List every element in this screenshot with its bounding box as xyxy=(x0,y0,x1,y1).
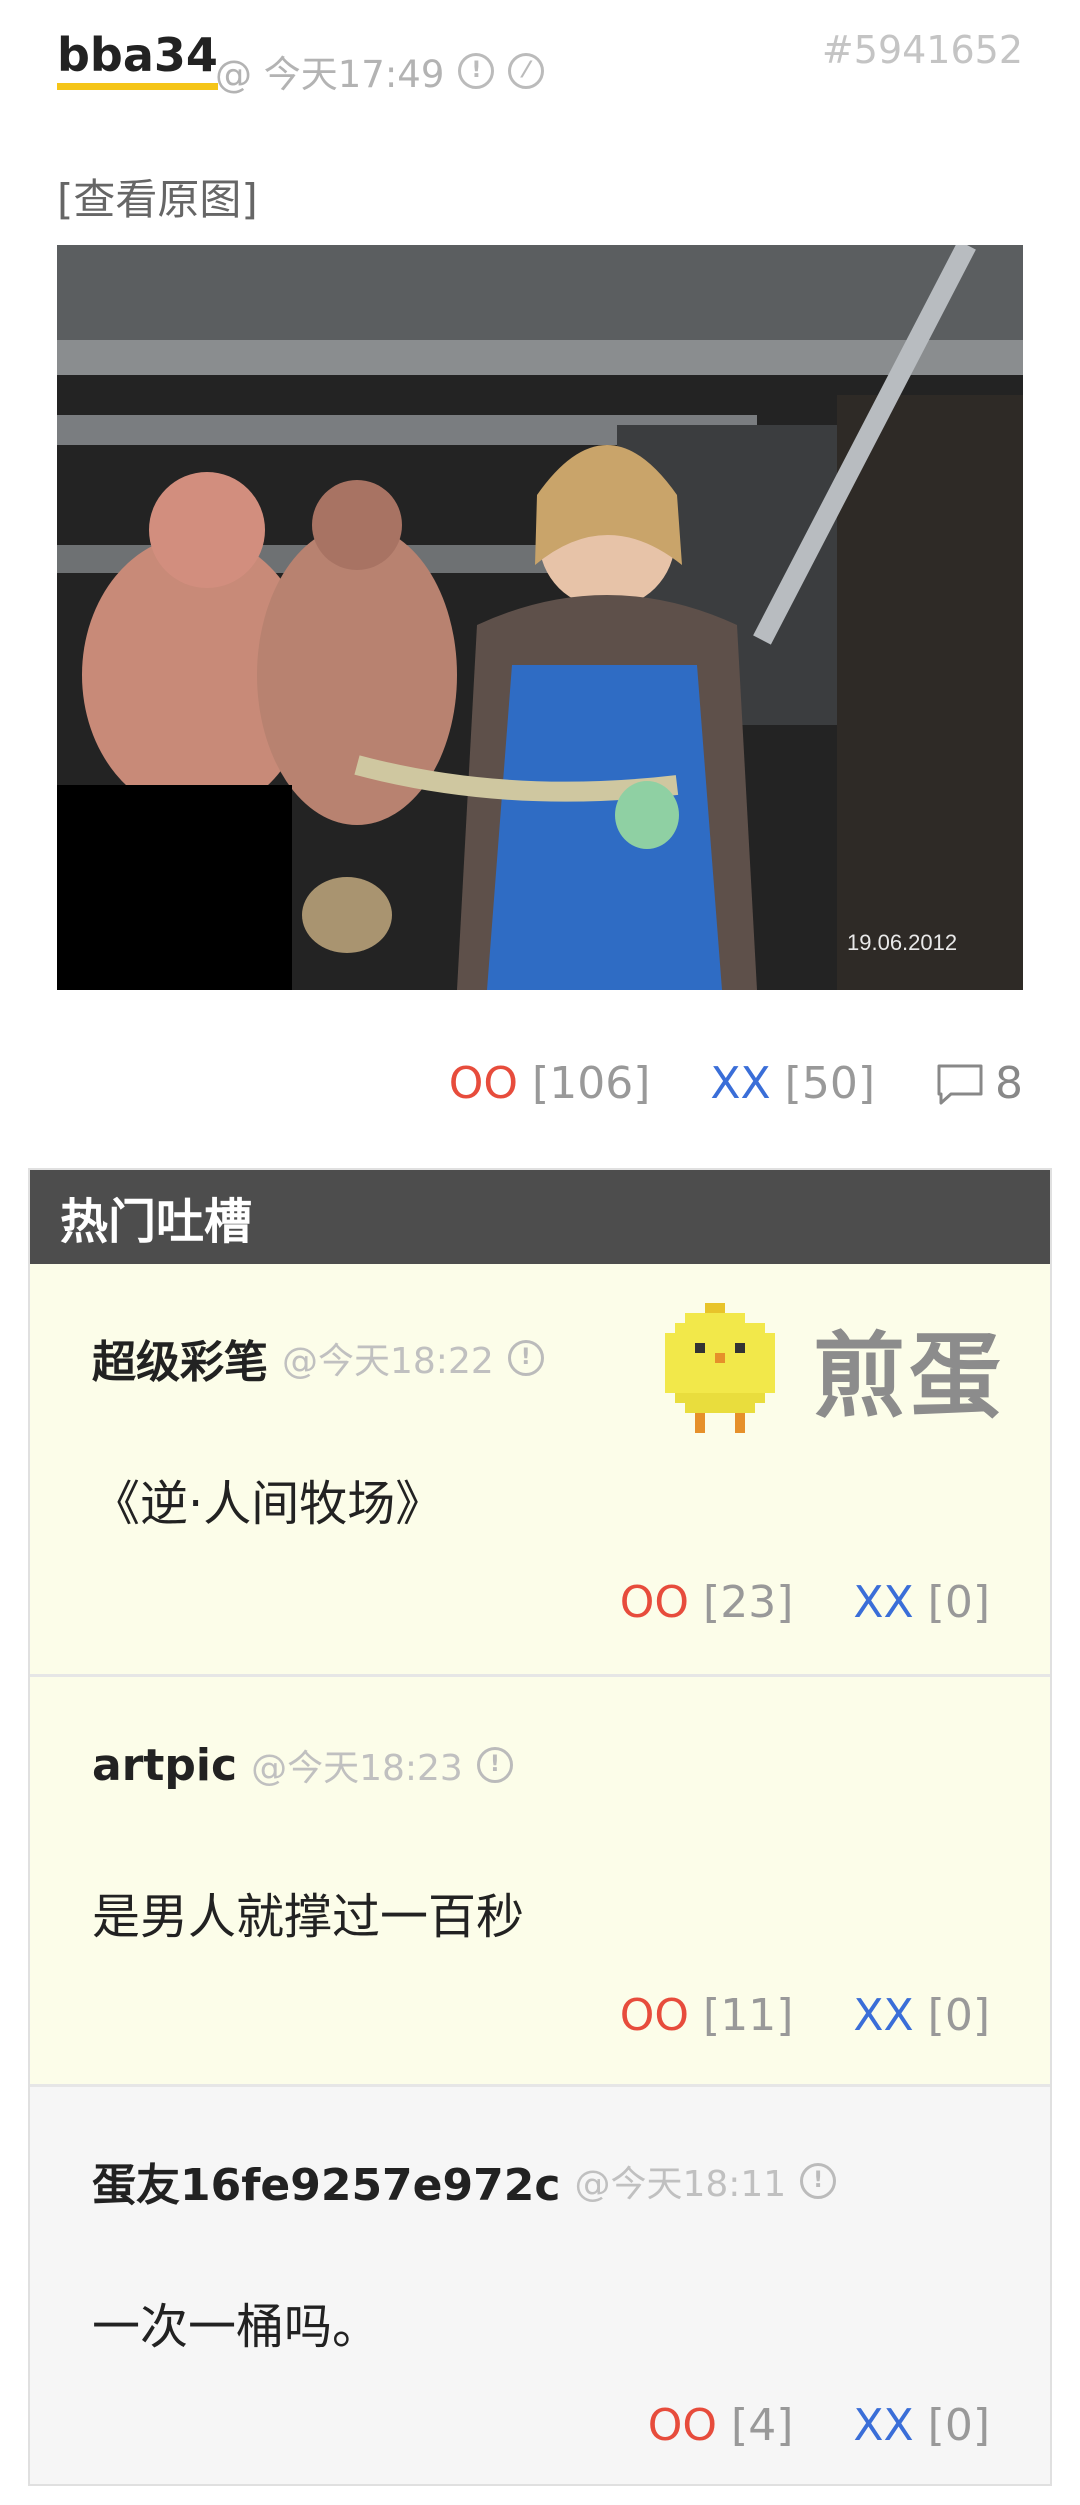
comments-button[interactable]: 8 xyxy=(935,1058,1023,1109)
oo-label[interactable]: OO xyxy=(620,1577,689,1628)
comment-author[interactable]: 超级彩笔 xyxy=(92,1326,268,1390)
exclamation-circle-icon[interactable]: ! xyxy=(507,1340,544,1376)
post-photo-illustration: 19.06.2012 xyxy=(57,245,1023,990)
comment-body: 《逆·人间牧场》 xyxy=(92,1476,444,1532)
xx-count: [0] xyxy=(927,1990,990,2041)
oo-label[interactable]: OO xyxy=(620,1990,689,2041)
hot-comments-title: 热门吐槽 xyxy=(30,1170,1050,1264)
oo-count: [11] xyxy=(703,1990,794,2041)
comment-votes: OO [11] XX [0] xyxy=(620,1990,990,2041)
oo-label[interactable]: OO xyxy=(648,2400,717,2451)
xx-count: [0] xyxy=(927,1577,990,1628)
xx-count: [0] xyxy=(927,2400,990,2451)
comment-header: 蛋友16fe9257e972c @今天18:11 ! xyxy=(92,2149,837,2213)
xx-vote[interactable]: XX [50] xyxy=(710,1058,875,1109)
comment-body: 一次一桶吗。 xyxy=(92,2299,381,2355)
slash-circle-icon[interactable]: ⁄ xyxy=(508,53,545,89)
post-author[interactable]: bba34 xyxy=(57,30,218,90)
view-original-link[interactable]: [查看原图] xyxy=(57,166,258,227)
post-image[interactable]: 19.06.2012 xyxy=(57,245,1023,990)
xx-label[interactable]: XX xyxy=(853,1990,913,2041)
comment-votes: OO [23] XX [0] xyxy=(620,1577,990,1628)
exclamation-circle-icon[interactable]: ! xyxy=(458,53,495,89)
oo-label[interactable]: OO xyxy=(449,1058,518,1109)
xx-vote[interactable]: XX [0] xyxy=(853,1990,990,2041)
photo-date-stamp: 19.06.2012 xyxy=(847,930,957,955)
oo-vote[interactable]: OO [23] xyxy=(620,1577,794,1628)
xx-label[interactable]: XX xyxy=(853,1577,913,1628)
comment-time: @今天18:22 xyxy=(282,1341,494,1382)
logo-text: 煎蛋 xyxy=(813,1322,1006,1430)
oo-vote[interactable]: OO [106] xyxy=(449,1058,651,1109)
oo-vote[interactable]: OO [11] xyxy=(620,1990,794,2041)
comment-header: 超级彩笔 @今天18:22 ! xyxy=(92,1326,544,1390)
post-id[interactable]: #5941652 xyxy=(822,28,1023,72)
jandan-logo: 煎蛋 xyxy=(655,1298,1025,1438)
comment-time: @今天18:23 xyxy=(251,1748,463,1789)
comments-count: 8 xyxy=(995,1058,1023,1109)
oo-count: [106] xyxy=(532,1058,651,1109)
xx-vote[interactable]: XX [0] xyxy=(853,1577,990,1628)
comment-time: @今天18:11 xyxy=(574,2164,787,2205)
post-votes: OO [106] XX [50] 8 xyxy=(449,1058,1023,1109)
oo-count: [4] xyxy=(731,2400,794,2451)
comment-item: 蛋友16fe9257e972c @今天18:11 ! 一次一桶吗。 OO [4]… xyxy=(30,2084,1050,2484)
comment-author[interactable]: 蛋友16fe9257e972c xyxy=(92,2149,560,2213)
comment-body: 是男人就撑过一百秒 xyxy=(92,1889,525,1945)
comment-votes: OO [4] XX [0] xyxy=(648,2400,990,2451)
xx-label[interactable]: XX xyxy=(710,1058,770,1109)
xx-vote[interactable]: XX [0] xyxy=(853,2400,990,2451)
post-meta: @ 今天17:49 ! ⁄ xyxy=(215,44,545,98)
xx-count: [50] xyxy=(784,1058,875,1109)
comment-item: artpic @今天18:23 ! 是男人就撑过一百秒 OO [11] XX [… xyxy=(30,1674,1050,2084)
comment-bubble-icon xyxy=(937,1064,983,1104)
post-timestamp: @ 今天17:49 xyxy=(215,53,445,96)
exclamation-circle-icon[interactable]: ! xyxy=(800,2163,837,2199)
xx-label[interactable]: XX xyxy=(853,2400,913,2451)
oo-count: [23] xyxy=(703,1577,794,1628)
comment-header: artpic @今天18:23 ! xyxy=(92,1739,513,1791)
oo-vote[interactable]: OO [4] xyxy=(648,2400,794,2451)
chick-icon xyxy=(665,1303,775,1433)
comment-author[interactable]: artpic xyxy=(92,1740,237,1791)
exclamation-circle-icon[interactable]: ! xyxy=(476,1747,513,1783)
